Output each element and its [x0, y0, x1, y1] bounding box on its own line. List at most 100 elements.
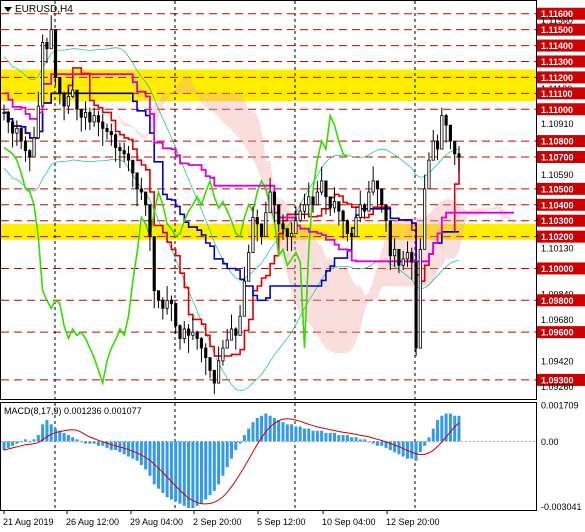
candle-body	[268, 191, 272, 214]
macd-bar	[75, 439, 79, 442]
macd-bar	[436, 420, 440, 442]
price-tick-label: 1.09260	[541, 382, 574, 392]
candle-body	[444, 115, 448, 126]
macd-bar	[328, 432, 332, 442]
candle-body	[272, 191, 277, 206]
candle-body	[191, 331, 195, 336]
price-level-label: 1.10500	[541, 184, 574, 194]
candle-body	[135, 172, 139, 190]
candle-body	[36, 105, 40, 139]
macd-bar	[311, 430, 315, 442]
macd-bar	[277, 420, 281, 442]
macd-bar	[264, 413, 268, 442]
macd-bar	[15, 441, 19, 444]
candle-body	[427, 159, 431, 190]
candle-body	[448, 124, 452, 142]
candle-body	[423, 188, 427, 250]
macd-bar	[333, 432, 337, 442]
macd-bar	[247, 428, 251, 442]
macd-bar	[234, 441, 238, 451]
time-tick-label: 5 Sep 12:00	[257, 517, 306, 527]
macd-tick-label: -0.003041	[541, 502, 582, 512]
macd-bar	[11, 441, 15, 446]
macd-bar	[448, 413, 452, 442]
symbol-title: EURUSD,H4	[15, 4, 73, 15]
candle-body	[345, 220, 349, 234]
candle-body	[290, 233, 294, 238]
candle-body	[96, 115, 101, 123]
eurusd-h4-chart: 1.116001.115601.115001.114001.113001.112…	[0, 0, 585, 527]
candle-body	[358, 204, 362, 218]
symbol-header: EURUSD,H4	[4, 4, 73, 15]
candle-body	[388, 220, 392, 257]
candle-body	[298, 210, 302, 222]
macd-bar	[363, 439, 367, 442]
macd-bar	[281, 422, 285, 442]
macd-bar	[6, 441, 10, 448]
candle-body	[457, 153, 461, 158]
candle-body	[199, 338, 204, 349]
macd-bar	[161, 441, 165, 493]
macd-tick-label: 0.001709	[541, 400, 579, 410]
candle-body	[234, 328, 238, 336]
candle-body	[204, 347, 208, 359]
candle-body	[242, 280, 246, 317]
macd-bar	[191, 441, 195, 508]
time-tick-label: 26 Aug 12:00	[66, 517, 119, 527]
macd-bar	[84, 441, 88, 444]
time-tick-label: 10 Sep 04:00	[322, 517, 376, 527]
candle-body	[186, 328, 191, 336]
price-level-label: 1.11500	[541, 25, 573, 35]
candle-body	[285, 228, 289, 238]
macd-bar	[195, 441, 199, 506]
macd-bar	[440, 415, 444, 442]
macd-bar	[315, 430, 319, 442]
price-level-label: 1.11300	[541, 57, 573, 67]
price-level-label: 1.10200	[541, 232, 574, 242]
macd-bar	[457, 415, 461, 442]
macd-bar	[337, 435, 341, 442]
candle-body	[88, 112, 92, 123]
macd-bar	[255, 417, 259, 442]
candle-body	[131, 159, 135, 174]
macd-bar	[238, 441, 242, 444]
macd-bar	[28, 441, 32, 443]
macd-bar	[242, 435, 246, 442]
price-level-label: 1.10800	[541, 137, 574, 147]
candle-body	[101, 121, 105, 129]
candle-body	[251, 217, 255, 253]
price-tick-label: 1.10910	[541, 119, 574, 129]
macd-bar	[290, 424, 294, 442]
macd-bar	[371, 441, 375, 444]
candle-body	[294, 220, 298, 234]
macd-bar	[345, 435, 349, 442]
candle-body	[277, 204, 281, 225]
price-level-label: 1.11000	[541, 105, 573, 115]
time-tick-label: 29 Aug 04:00	[130, 517, 183, 527]
candle-body	[23, 140, 28, 152]
price-tick-label: 1.10590	[541, 170, 574, 180]
candle-body	[324, 180, 328, 198]
candle-body	[2, 112, 6, 114]
candle-body	[393, 248, 397, 257]
macd-bar	[208, 441, 212, 496]
candle-body	[362, 204, 367, 212]
macd-bar	[324, 432, 328, 442]
candle-body	[332, 201, 337, 209]
macd-axis: 0.001709 0.00 -0.003041	[541, 400, 582, 512]
candle-body	[152, 236, 156, 292]
candle-body	[247, 252, 251, 282]
candle-body	[320, 180, 324, 193]
macd-title: MACD(8,17,9) 0.001236 0.001077	[4, 406, 142, 416]
candle-body	[79, 108, 83, 118]
candle-body	[259, 223, 264, 238]
candle-body	[221, 347, 225, 362]
price-level-label: 1.10300	[541, 216, 574, 226]
price-level-label: 1.11100	[541, 89, 573, 99]
candle-body	[156, 290, 161, 301]
macd-bar	[410, 441, 414, 459]
macd-bar	[178, 441, 182, 504]
candle-body	[337, 201, 341, 212]
macd-bar	[341, 435, 345, 442]
time-tick-label: 2 Sep 20:00	[193, 517, 242, 527]
